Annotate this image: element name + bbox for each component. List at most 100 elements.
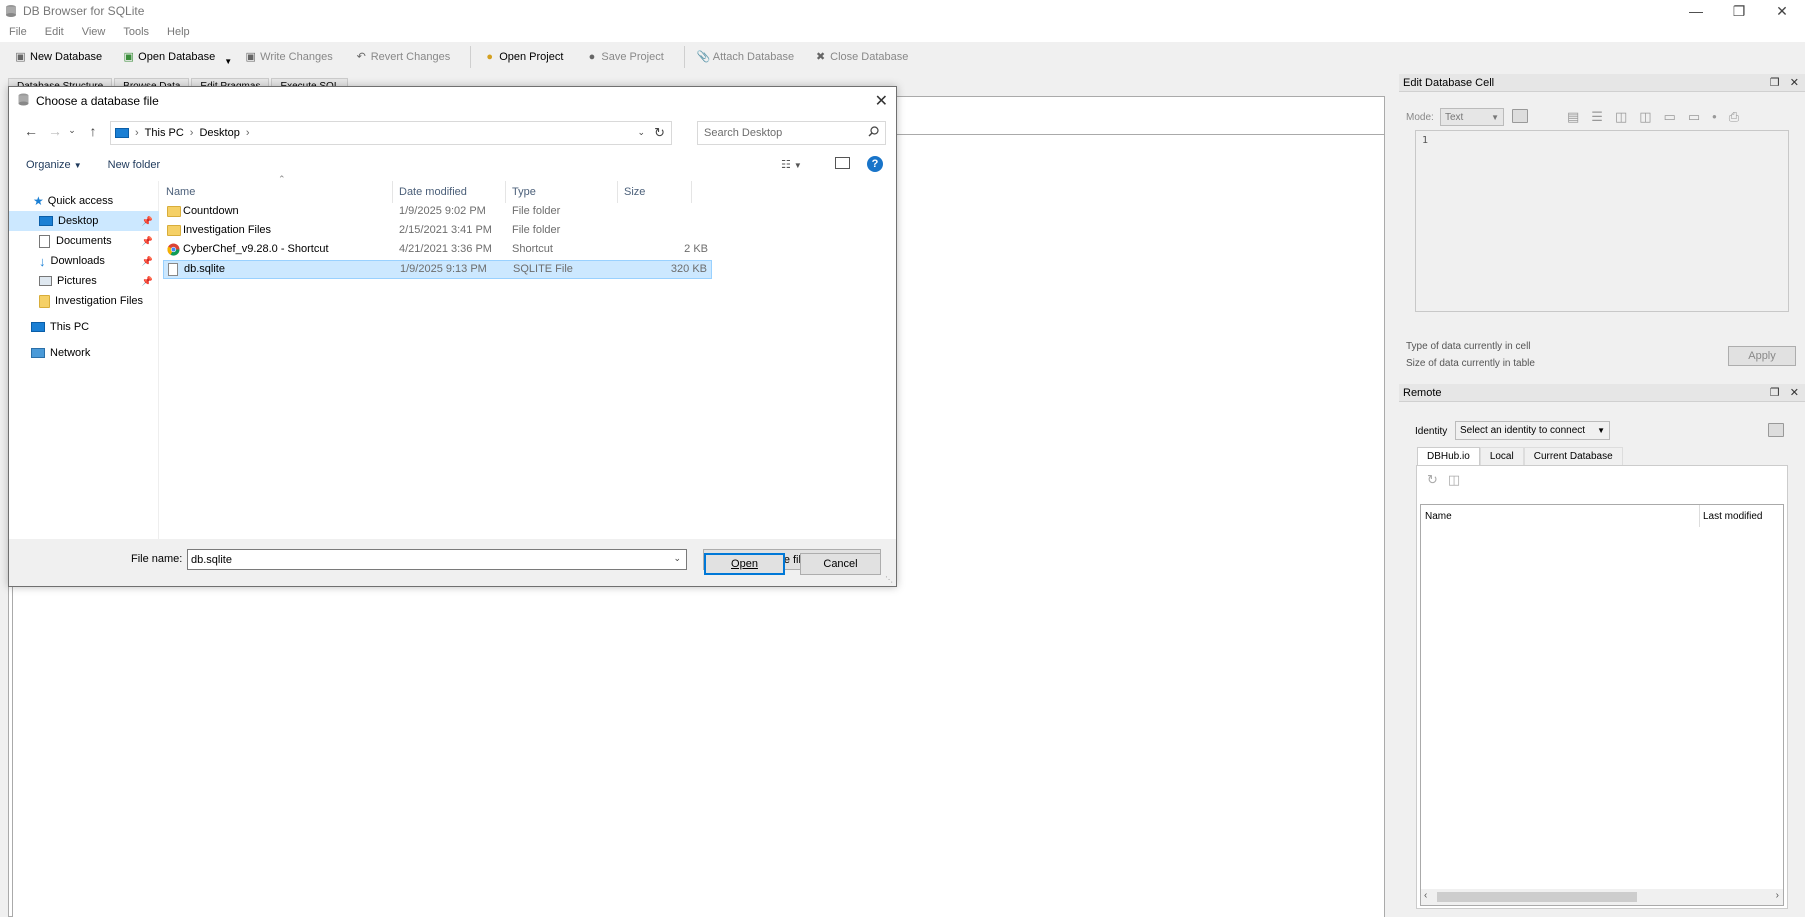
pin-icon[interactable]: 📌 — [142, 216, 153, 227]
menu-tools[interactable]: Tools — [123, 26, 149, 38]
nav-quick-access[interactable]: ★ Quick access — [9, 191, 159, 211]
dialog-close-button[interactable]: ✕ — [875, 91, 888, 111]
revert-changes-button[interactable]: ↶ Revert Changes — [349, 45, 457, 69]
revert-changes-icon: ↶ — [356, 50, 366, 63]
refresh-icon[interactable]: ↻ — [654, 125, 665, 141]
file-row-selected[interactable]: db.sqlite 1/9/2025 9:13 PM SQLITE File 3… — [163, 260, 712, 279]
indent-icon[interactable]: ☰ — [1591, 109, 1603, 125]
export-icon[interactable]: ◫ — [1639, 109, 1651, 125]
column-name[interactable]: Name — [160, 181, 393, 203]
word-wrap-icon[interactable]: ▤ — [1567, 109, 1579, 125]
menu-help[interactable]: Help — [167, 26, 190, 38]
breadcrumb-this-pc[interactable]: This PC — [145, 127, 184, 139]
organize-button[interactable]: Organize ▼ — [26, 159, 82, 171]
clone-icon[interactable]: ◫ — [1448, 472, 1460, 488]
folder-icon — [167, 225, 181, 239]
file-row[interactable]: Investigation Files 2/15/2021 3:41 PM Fi… — [163, 222, 712, 241]
address-bar[interactable]: › This PC › Desktop › ⌄ ↻ — [110, 121, 672, 145]
file-name: Countdown — [183, 205, 239, 217]
column-date-modified[interactable]: Date modified — [393, 181, 506, 203]
print-icon[interactable]: ⎙ — [1729, 109, 1739, 125]
menu-edit[interactable]: Edit — [45, 26, 64, 38]
restore-button[interactable]: ❐ — [1716, 0, 1762, 22]
column-size[interactable]: Size — [618, 181, 692, 203]
apply-button[interactable]: Apply — [1728, 346, 1796, 366]
close-window-button[interactable]: ✕ — [1759, 0, 1805, 22]
file-date: 2/15/2021 3:41 PM — [399, 224, 492, 236]
eval-icon[interactable]: ▭ — [1688, 109, 1700, 125]
cancel-button[interactable]: Cancel — [800, 553, 881, 575]
close-dock-icon[interactable]: ✕ — [1790, 76, 1799, 89]
menu-file[interactable]: File — [9, 26, 27, 38]
search-box[interactable]: Search Desktop — [697, 121, 886, 145]
menu-view[interactable]: View — [82, 26, 106, 38]
nav-desktop[interactable]: Desktop 📌 — [9, 211, 159, 231]
up-arrow-icon[interactable]: ↑ — [81, 123, 105, 139]
help-icon[interactable]: ? — [867, 156, 883, 172]
write-changes-button[interactable]: ▣ Write Changes — [238, 45, 339, 69]
file-row[interactable]: Countdown 1/9/2025 9:02 PM File folder — [163, 203, 712, 222]
file-date: 4/21/2021 3:36 PM — [399, 243, 492, 255]
nav-this-pc[interactable]: This PC — [9, 317, 159, 337]
open-button[interactable]: Open — [704, 553, 785, 575]
dot-icon[interactable]: • — [1712, 109, 1717, 125]
nav-network[interactable]: Network — [9, 343, 159, 363]
breadcrumb-desktop[interactable]: Desktop — [199, 127, 239, 139]
tab-local[interactable]: Local — [1479, 447, 1524, 465]
float-dock-icon[interactable]: ❐ — [1770, 76, 1780, 89]
back-arrow-icon[interactable]: ← — [19, 123, 43, 139]
breadcrumb-separator: › — [245, 127, 250, 139]
set-null-icon[interactable]: ▭ — [1664, 109, 1676, 125]
file-row[interactable]: CyberChef_v9.28.0 - Shortcut 4/21/2021 3… — [163, 241, 712, 260]
chevron-down-icon[interactable]: ▼ — [224, 57, 232, 66]
pin-icon[interactable]: 📌 — [142, 236, 153, 247]
breadcrumb-separator: › — [189, 127, 194, 139]
tab-dbhub[interactable]: DBHub.io — [1417, 447, 1480, 465]
file-name-input[interactable]: db.sqlite ⌄ — [187, 549, 687, 570]
address-dropdown-icon[interactable]: ⌄ — [637, 127, 645, 138]
import-icon[interactable]: ◫ — [1615, 109, 1627, 125]
auto-format-icon[interactable] — [1512, 109, 1528, 123]
new-folder-button[interactable]: New folder — [108, 159, 161, 171]
save-project-button[interactable]: ● Save Project — [579, 45, 669, 69]
save-project-icon: ● — [588, 50, 596, 63]
nav-documents[interactable]: Documents 📌 — [9, 231, 159, 251]
chevron-down-icon: ▼ — [1491, 112, 1499, 122]
nav-pictures[interactable]: Pictures 📌 — [9, 271, 159, 291]
mode-select[interactable]: Text ▼ — [1440, 108, 1504, 126]
open-database-button[interactable]: ▣ Open Database ▼ — [116, 45, 238, 69]
forward-arrow-icon[interactable]: → — [43, 123, 67, 139]
file-type: Shortcut — [512, 243, 553, 255]
chevron-down-icon[interactable]: ⌄ — [673, 553, 681, 564]
app-db-icon — [4, 4, 18, 18]
identity-settings-icon[interactable] — [1768, 423, 1784, 437]
refresh-icon[interactable]: ↻ — [1427, 472, 1438, 488]
attach-database-button[interactable]: 📎 Attach Database — [691, 45, 800, 69]
cell-editor[interactable]: 1 — [1415, 130, 1789, 312]
horizontal-scrollbar[interactable]: ‹ › — [1421, 889, 1783, 905]
nav-investigation-files[interactable]: Investigation Files — [9, 291, 159, 311]
recent-locations-icon[interactable]: ⌄ — [65, 125, 79, 136]
search-input[interactable]: Search Desktop — [704, 127, 782, 139]
tab-current-database[interactable]: Current Database — [1523, 447, 1623, 465]
preview-pane-icon[interactable] — [835, 157, 850, 169]
nav-downloads[interactable]: ↓ Downloads 📌 — [9, 251, 159, 271]
minimize-button[interactable]: — — [1673, 0, 1719, 22]
close-dock-icon[interactable]: ✕ — [1790, 386, 1799, 399]
file-icon — [168, 263, 178, 279]
open-database-icon: ▣ — [123, 50, 134, 63]
pin-icon[interactable]: 📌 — [142, 276, 153, 287]
float-dock-icon[interactable]: ❐ — [1770, 386, 1780, 399]
close-database-button[interactable]: ✖ Close Database — [808, 45, 914, 69]
view-options-icon[interactable]: ☷ ▼ — [781, 158, 802, 171]
pin-icon[interactable]: 📌 — [142, 256, 153, 267]
scrollbar-thumb[interactable] — [1437, 892, 1637, 902]
scroll-right-icon[interactable]: › — [1776, 890, 1779, 901]
resize-grip-icon[interactable]: ⋱ — [885, 575, 893, 584]
identity-select[interactable]: Select an identity to connect ▼ — [1455, 421, 1610, 440]
open-project-button[interactable]: ● Open Project — [477, 45, 569, 69]
column-type[interactable]: Type — [506, 181, 618, 203]
new-database-button[interactable]: ▣ New Database — [8, 45, 108, 69]
scroll-left-icon[interactable]: ‹ — [1424, 890, 1427, 901]
remote-list[interactable]: Name Last modified ‹ › — [1420, 504, 1784, 906]
